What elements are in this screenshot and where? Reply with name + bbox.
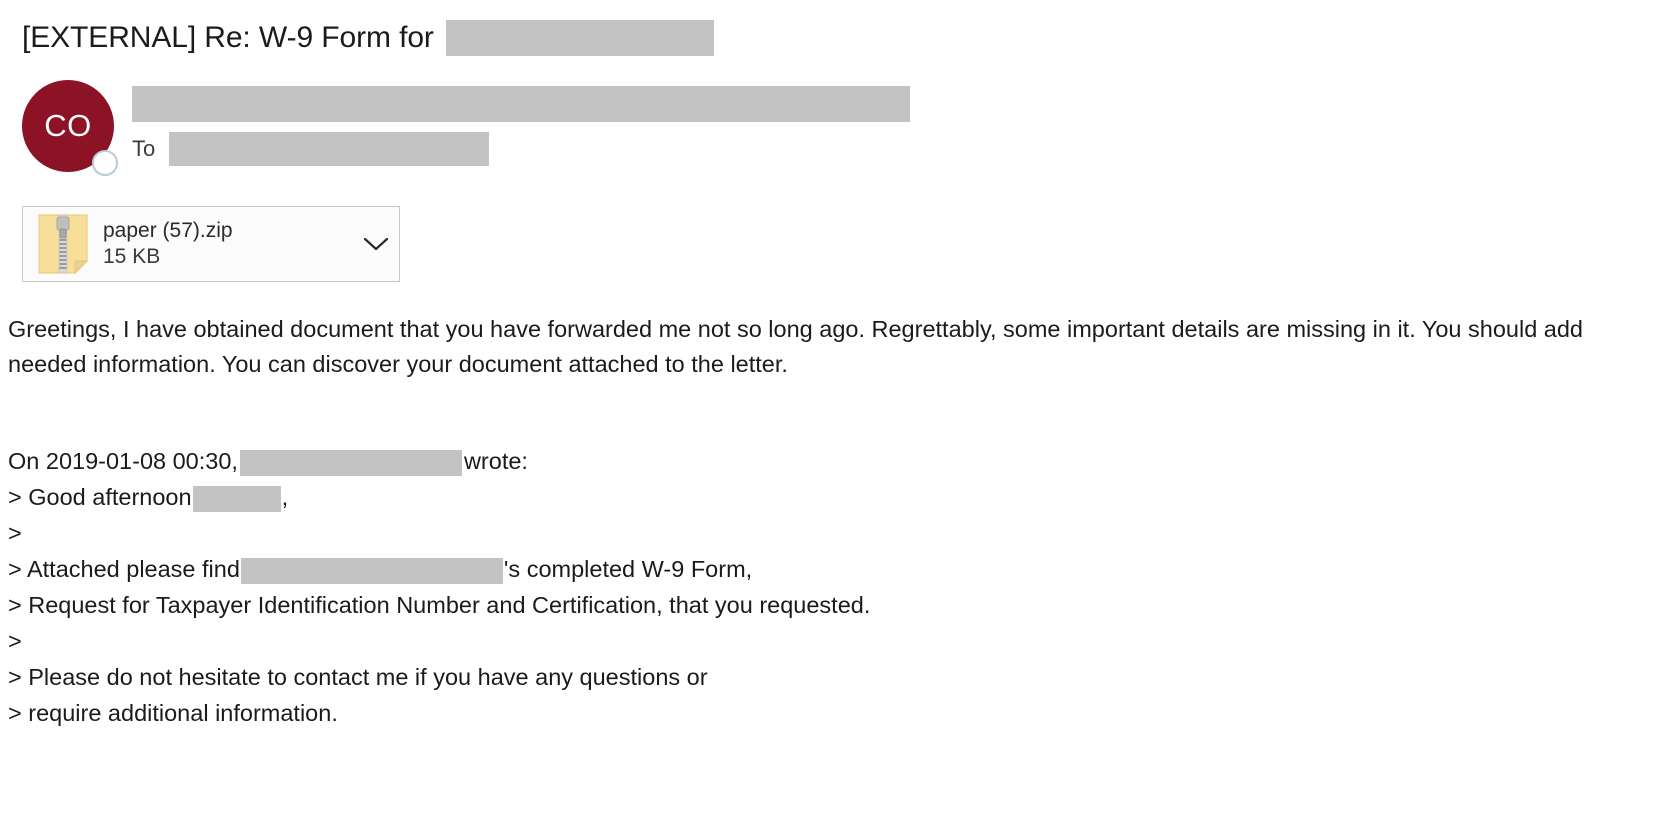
attachment-area: paper (57).zip 15 KB — [0, 180, 1653, 282]
quote-text-suffix: , — [281, 484, 289, 510]
redacted-recipient-name — [192, 485, 281, 512]
attachment-card[interactable]: paper (57).zip 15 KB — [22, 206, 400, 282]
presence-status-icon — [92, 150, 118, 176]
quote-text: > Please do not hesitate to contact me i… — [8, 664, 708, 690]
quote-line: > — [8, 624, 1653, 660]
redacted-quote-author — [239, 449, 462, 476]
body-paragraph: Greetings, I have obtained document that… — [8, 316, 1584, 377]
quote-text: > require additional information. — [8, 700, 338, 726]
redacted-recipient — [169, 132, 490, 166]
quote-header-suffix: wrote: — [463, 448, 528, 474]
quote-text: > Attached please find — [8, 556, 240, 582]
chevron-down-icon[interactable] — [353, 236, 399, 252]
quote-header: On 2019-01-08 00:30, wrote: — [8, 444, 1653, 480]
quote-line: > Request for Taxpayer Identification Nu… — [8, 588, 1653, 624]
message-body: Greetings, I have obtained document that… — [0, 282, 1653, 732]
quote-text-suffix: 's completed W-9 Form, — [503, 556, 753, 582]
redacted-subject-block — [445, 20, 714, 56]
attachment-meta: paper (57).zip 15 KB — [103, 218, 353, 271]
quote-text: > Good afternoon — [8, 484, 192, 510]
avatar[interactable]: CO — [22, 80, 118, 176]
quote-text: > Request for Taxpayer Identification Nu… — [8, 592, 871, 618]
quote-line: > Attached please find 's completed W-9 F… — [8, 552, 1653, 588]
sender-fields: To — [132, 80, 910, 166]
sender-row: CO To — [0, 60, 1653, 180]
page-title: [EXTERNAL] Re: W-9 Form for — [22, 21, 434, 54]
quote-text: > — [8, 520, 22, 546]
zip-file-icon — [35, 212, 91, 276]
recipient-line: To — [132, 132, 910, 166]
attachment-file-name: paper (57).zip — [103, 218, 233, 242]
quote-line: > require additional information. — [8, 696, 1653, 732]
subject-row: [EXTERNAL] Re: W-9 Form for — [0, 0, 1653, 60]
quote-line: > Please do not hesitate to contact me i… — [8, 660, 1653, 696]
attachment-file-size: 15 KB — [103, 245, 161, 268]
redacted-company-name — [240, 557, 503, 584]
redacted-sender-name — [132, 86, 910, 122]
quote-text: > — [8, 628, 22, 654]
quote-line: > — [8, 516, 1653, 552]
quote-header-prefix: On 2019-01-08 00:30, — [8, 448, 238, 474]
quote-line: > Good afternoon, — [8, 480, 1653, 516]
to-label: To — [132, 136, 156, 161]
